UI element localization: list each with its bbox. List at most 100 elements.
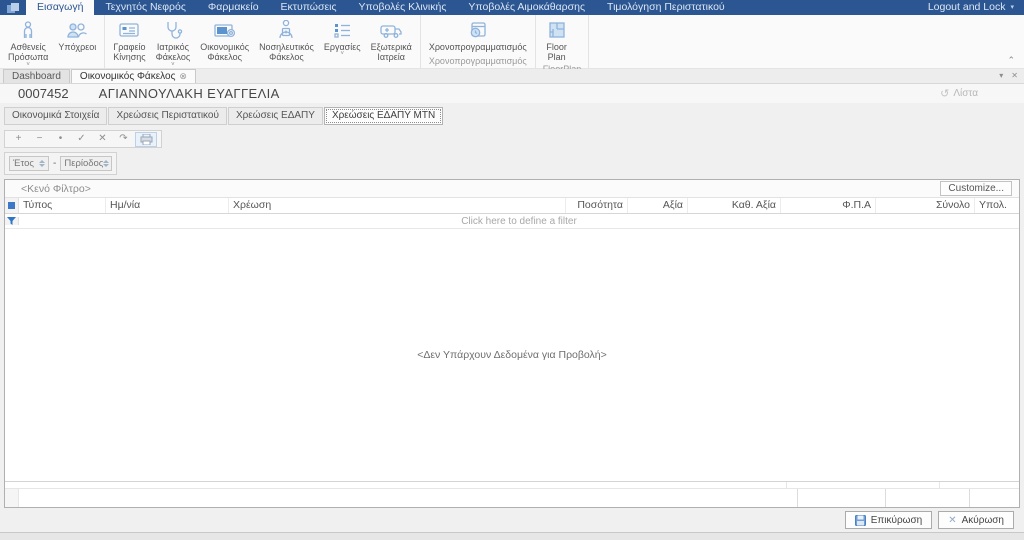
period-filterbar: Έτος - Περίοδος xyxy=(4,152,1020,175)
ribbon-item-astheneis-prosopa[interactable]: Ασθενείς Πρόσωπα ˅ xyxy=(3,17,53,68)
column-header-posotita[interactable]: Ποσότητα xyxy=(566,198,628,213)
column-header-ypol[interactable]: Υπολ. xyxy=(975,198,1019,213)
save-disk-icon xyxy=(854,514,866,526)
column-header-synolo[interactable]: Σύνολο xyxy=(876,198,975,213)
back-to-list-button[interactable]: ↺ Λίστα xyxy=(940,87,978,100)
financial-subtabs: Οικονομικά Στοιχεία Χρεώσεις Περιστατικο… xyxy=(4,107,1020,125)
ribbon-item-ergasies[interactable]: Εργασίες ˅ xyxy=(319,17,366,58)
ribbon-item-oikonomikos-fakelos[interactable]: Οικονομικός Φάκελος xyxy=(195,17,254,63)
menu-tab-farmakeio[interactable]: Φαρμακείο xyxy=(197,0,270,15)
edit-row-icon[interactable]: • xyxy=(51,131,70,147)
ribbon-group-xronoprogrammatismos: Χρονοπρογραμματισμός Χρονοπρογραμματισμό… xyxy=(421,15,536,68)
refresh-icon[interactable]: ↷ xyxy=(114,131,133,147)
period-input[interactable]: Περίοδος xyxy=(60,156,113,171)
empty-filter-label: <Κενό Φίλτρο> xyxy=(21,182,91,195)
patient-person-icon xyxy=(18,18,38,42)
tab-list-dropdown-icon[interactable]: ▾ xyxy=(999,71,1003,80)
confirm-label: Επικύρωση xyxy=(870,514,923,526)
tab-oikonomikos-fakelos[interactable]: Οικονομικός Φάκελος ⊗ xyxy=(70,69,196,83)
tab-dashboard[interactable]: Dashboard xyxy=(3,69,70,83)
billing-card-icon xyxy=(213,18,237,42)
app-logo-icon[interactable] xyxy=(0,0,26,15)
column-header-imnia[interactable]: Ημ/νία xyxy=(106,198,229,213)
column-header-typos[interactable]: Τύπος xyxy=(19,198,106,213)
logout-label: Logout and Lock xyxy=(927,1,1006,13)
patient-name: ΑΓΙΑΝΝΟΥΛΑΚΗ ΕΥΑΓΓΕΛΙΑ xyxy=(98,86,280,101)
ribbon-item-nosileftikos-fakelos[interactable]: Νοσηλευτικός Φάκελος xyxy=(254,17,319,63)
row-indicator-gutter xyxy=(5,198,19,213)
year-input[interactable]: Έτος xyxy=(9,156,49,171)
ribbon-item-xronoprogrammatismos[interactable]: Χρονοπρογραμματισμός xyxy=(424,17,532,52)
grid-body[interactable]: <Δεν Υπάρχουν Δεδομένα για Προβολή> xyxy=(5,229,1019,481)
subtab-xreoseis-edapy[interactable]: Χρεώσεις ΕΔΑΠΥ xyxy=(227,107,323,125)
footer-cell xyxy=(797,489,885,507)
cancel-x-icon: ✕ xyxy=(948,514,957,526)
ribbon-item-label: Ιατρικός xyxy=(156,42,189,52)
ribbon-group-label: Χρονοπρογραμματισμός xyxy=(428,56,527,66)
people-icon xyxy=(66,18,88,42)
status-bar xyxy=(0,532,1024,540)
customize-button[interactable]: Customize... xyxy=(940,181,1012,196)
patient-code: 0007452 xyxy=(18,86,69,101)
menu-tab-timologisi-peristatikou[interactable]: Τιμολόγηση Περιστατικού xyxy=(596,0,736,15)
footer-cell xyxy=(885,489,969,507)
column-header-aksia[interactable]: Αξία xyxy=(628,198,688,213)
spinner-icon[interactable] xyxy=(103,160,110,167)
add-row-icon[interactable]: + xyxy=(9,131,28,147)
ribbon-item-label: Ιατρεία xyxy=(377,52,405,63)
footer-summary-row xyxy=(5,489,1019,507)
subtab-xreoseis-peristatikou[interactable]: Χρεώσεις Περιστατικού xyxy=(108,107,227,125)
filter-funnel-icon xyxy=(7,217,16,225)
column-header-fpa[interactable]: Φ.Π.Α xyxy=(781,198,876,213)
record-marker-icon xyxy=(8,202,15,209)
spinner-icon[interactable] xyxy=(39,160,45,167)
grid-toolbar: + − • ✓ ✕ ↷ xyxy=(4,128,1020,148)
close-tab-icon[interactable]: ⊗ xyxy=(179,72,187,81)
content-area: Οικονομικά Στοιχεία Χρεώσεις Περιστατικο… xyxy=(0,103,1024,532)
subtab-xreoseis-edapy-mtn[interactable]: Χρεώσεις ΕΔΑΠΥ ΜΤΝ xyxy=(323,107,444,125)
cancel-label: Ακύρωση xyxy=(961,514,1004,526)
cancel-button[interactable]: ✕ Ακύρωση xyxy=(938,511,1014,529)
confirm-button[interactable]: Επικύρωση xyxy=(844,511,933,529)
ribbon-item-floor-plan[interactable]: Floor Plan xyxy=(539,17,575,63)
menu-tab-ypovoles-klinikis[interactable]: Υποβολές Κλινικής xyxy=(348,0,458,15)
top-menubar: Εισαγωγή Τεχνητός Νεφρός Φαρμακείο Εκτυπ… xyxy=(0,0,1024,15)
define-filter-hint[interactable]: Click here to define a filter xyxy=(19,216,1019,227)
close-document-icon[interactable]: ✕ xyxy=(1011,71,1018,80)
filter-gutter xyxy=(5,217,19,225)
ribbon-group-floorplan: Floor Plan FloorPlan xyxy=(536,15,590,74)
chevron-down-icon: ˅ xyxy=(340,51,344,58)
grid-filter-row[interactable]: Click here to define a filter xyxy=(5,214,1019,229)
footer-spacer-row xyxy=(5,482,1019,489)
ribbon-item-label: Εξωτερικά xyxy=(370,42,412,52)
subtab-oikonomika-stoixeia[interactable]: Οικονομικά Στοιχεία xyxy=(4,107,108,125)
ribbon-item-iatrikos-fakelos[interactable]: Ιατρικός Φάκελος ˅ xyxy=(151,17,196,68)
menu-tab-ektyposeis[interactable]: Εκτυπώσεις xyxy=(270,0,348,15)
ribbon-group-peristatiko: Γραφείο Κίνησης Ιατρικός Φάκελος ˅ Οικον… xyxy=(105,15,421,78)
ribbon-item-grafeio-kinisis[interactable]: Γραφείο Κίνησης xyxy=(108,17,150,63)
ambulance-icon xyxy=(379,18,403,42)
delete-row-icon[interactable]: − xyxy=(30,131,49,147)
menu-tab-eisagogi[interactable]: Εισαγωγή xyxy=(26,0,95,15)
document-tabstrip: Dashboard Οικονομικός Φάκελος ⊗ ▾ ✕ xyxy=(0,69,1024,84)
ribbon-item-label: Νοσηλευτικός xyxy=(259,42,314,52)
back-arrow-icon: ↺ xyxy=(940,88,950,100)
stethoscope-icon xyxy=(163,18,183,42)
ribbon-group-prosopa: Ασθενείς Πρόσωπα ˅ Υπόχρεοι Πρόσωπα xyxy=(0,15,106,78)
collapse-ribbon-icon[interactable]: ⌃ xyxy=(1007,55,1015,66)
schedule-calendar-icon xyxy=(467,18,489,42)
print-button[interactable] xyxy=(135,131,157,147)
cancel-edit-icon[interactable]: ✕ xyxy=(93,131,112,147)
ribbon-item-label: Ασθενείς xyxy=(10,42,46,52)
ribbon-item-label: Γραφείο xyxy=(113,42,146,52)
footer-cell xyxy=(19,489,797,507)
column-header-kath-aksia[interactable]: Καθ. Αξία xyxy=(688,198,781,213)
logout-and-lock-button[interactable]: Logout and Lock ▾ xyxy=(918,0,1024,15)
menu-tab-ypovoles-aimokatharsis[interactable]: Υποβολές Αιμοκάθαρσης xyxy=(457,0,596,15)
confirm-edit-icon[interactable]: ✓ xyxy=(72,131,91,147)
menu-tab-texnitos-nefros[interactable]: Τεχνητός Νεφρός xyxy=(94,0,196,15)
column-header-xreosi[interactable]: Χρέωση xyxy=(229,198,566,213)
ribbon-item-eksoterika-iatreia[interactable]: Εξωτερικά Ιατρεία xyxy=(366,17,417,63)
ribbon-item-label: Φάκελος xyxy=(269,52,304,63)
ribbon-item-ypoxreoi[interactable]: Υπόχρεοι xyxy=(53,17,101,52)
